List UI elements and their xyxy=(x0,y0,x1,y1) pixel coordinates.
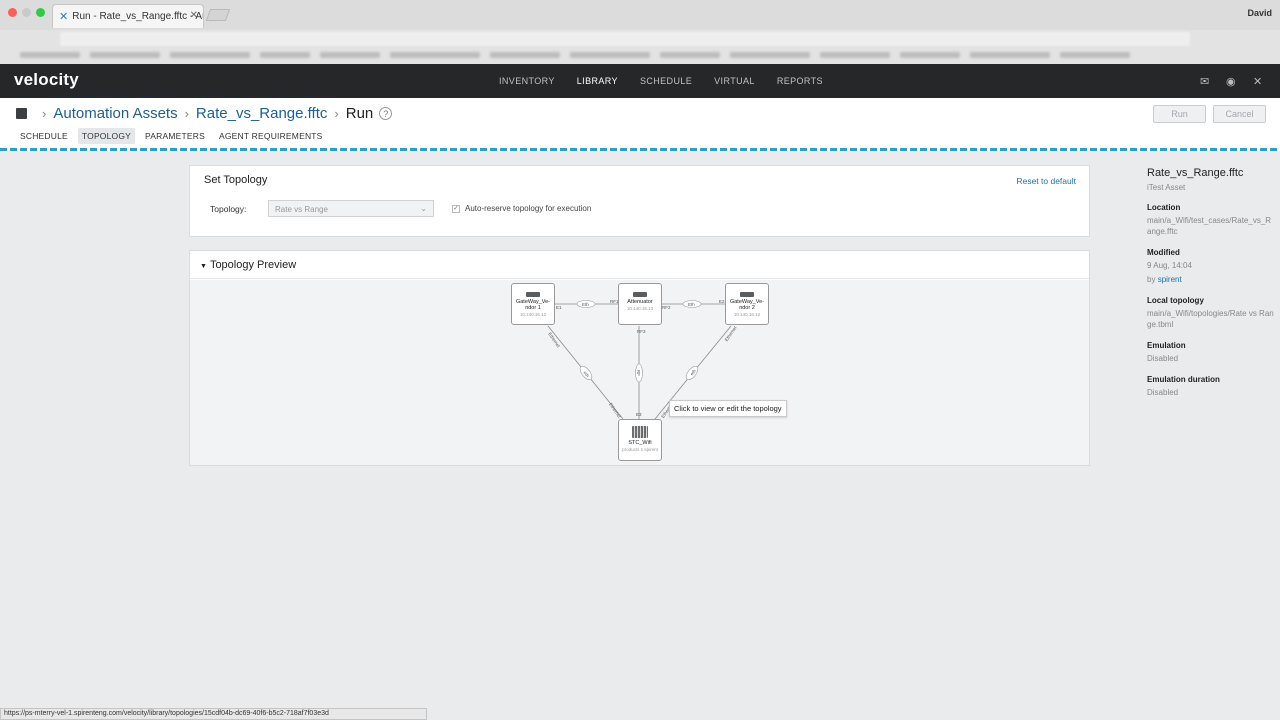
emulation-duration-label: Emulation duration xyxy=(1147,375,1220,384)
node-name: Attenuator xyxy=(627,299,653,305)
link-label-e3: E3 xyxy=(636,412,642,417)
local-topology-value: main/a_Wifi/topologies/Rate vs Range.tbm… xyxy=(1147,309,1274,329)
modified-value: 9 Aug, 14:04 xyxy=(1147,261,1192,270)
topology-node-stc-wifi[interactable]: STC_Wifi products 1 spirent xyxy=(618,419,662,461)
topology-links: Eth Eth E1 RF1 RF2 E2 RF3 E3 eth RF eth … xyxy=(547,299,738,419)
node-ip: 10.140.16.12 xyxy=(733,312,761,317)
browser-status-url: https://ps-mterry-vel-1.spirenteng.com/v… xyxy=(0,708,427,720)
asset-name: Rate_vs_Range.fftc xyxy=(1147,167,1244,179)
node-name: GateWay_Ve- ndor 2 xyxy=(729,299,765,311)
topology-tooltip: Click to view or edit the topology xyxy=(669,400,787,417)
local-topology-label: Local topology xyxy=(1147,296,1204,305)
link-label-eth: Eth xyxy=(688,302,695,307)
location-value: main/a_Wifi/test_cases/Rate_vs_Range.fft… xyxy=(1147,216,1272,236)
asset-type: iTest Asset xyxy=(1147,183,1186,192)
link-label-eth: Eth xyxy=(582,302,589,307)
asset-info-sidebar: Rate_vs_Range.fftc iTest Asset Location … xyxy=(1147,167,1275,398)
location-label: Location xyxy=(1147,203,1181,212)
node-ip: 10.140.16.12 xyxy=(519,312,547,317)
node-name: GateWay_Ve- ndor 1 xyxy=(515,299,551,311)
emulation-label: Emulation xyxy=(1147,341,1186,350)
link-label-rf: RF xyxy=(636,370,641,376)
router-icon xyxy=(526,292,540,297)
modified-label: Modified xyxy=(1147,248,1180,257)
node-name: STC_Wifi xyxy=(628,440,652,446)
topology-node-gateway-2[interactable]: GateWay_Ve- ndor 2 10.140.16.12 xyxy=(725,283,769,325)
link-label-ethernet: Ethernet xyxy=(724,325,738,342)
modified-by: by spirent xyxy=(1147,274,1275,285)
link-label-e1: E1 xyxy=(556,305,562,310)
node-ip: products 1 spirent xyxy=(622,447,658,452)
link-label-ethernet: Ethernet xyxy=(608,402,622,419)
emulation-value: Disabled xyxy=(1147,354,1179,363)
emulation-duration-value: Disabled xyxy=(1147,388,1179,397)
chassis-icon xyxy=(632,426,648,438)
attenuator-icon xyxy=(633,292,647,297)
link-label-rf2: RF2 xyxy=(662,305,671,310)
modified-by-user-link[interactable]: spirent xyxy=(1158,275,1182,284)
router-icon xyxy=(740,292,754,297)
topology-node-attenuator[interactable]: Attenuator 10.140.16.13 xyxy=(618,283,662,325)
modified-by-prefix: by xyxy=(1147,275,1156,284)
topology-node-gateway-1[interactable]: GateWay_Ve- ndor 1 10.140.16.12 xyxy=(511,283,555,325)
node-ip: 10.140.16.13 xyxy=(626,306,654,311)
link-label-rf3: RF3 xyxy=(637,329,646,334)
